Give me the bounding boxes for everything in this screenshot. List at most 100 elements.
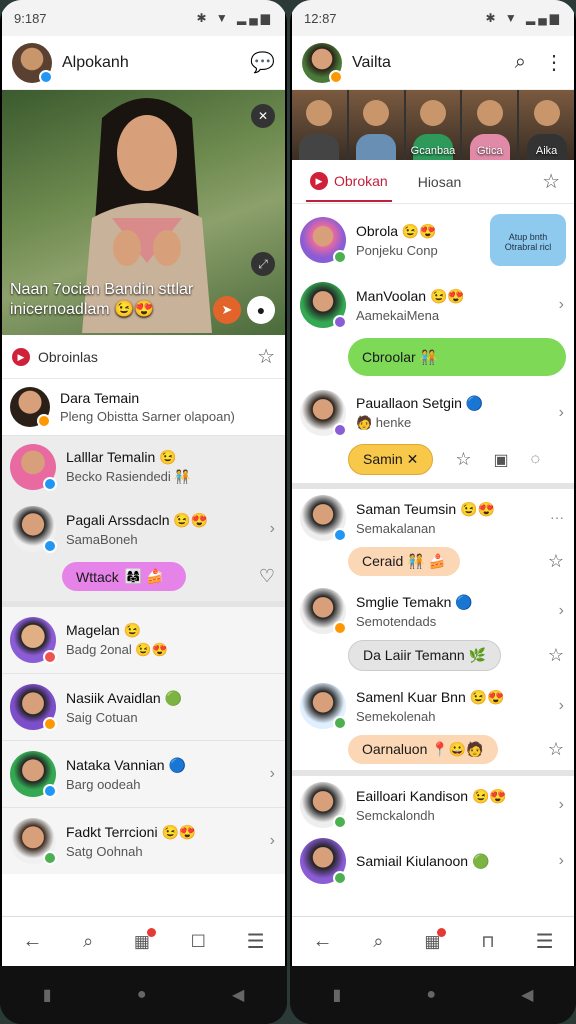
bottom-nav: ← ⌕ ▦ ☐ ☰ — [2, 916, 285, 966]
star-icon[interactable]: ☆ — [455, 449, 471, 470]
list-item[interactable]: Paualla​on Setgin 🔵 🧑 henke › — [292, 384, 574, 442]
reaction-row: Ceraid 🧑‍🤝‍🧑 🍰 ☆ — [292, 547, 574, 582]
back-icon[interactable]: ← — [22, 930, 42, 953]
search-icon[interactable]: ⌕ — [373, 931, 383, 952]
list-item[interactable]: Samenl Kuar Bnn 😉😍 Semekolenah › — [292, 677, 574, 735]
list-item[interactable]: Nasiik Avaidlan 🟢 Saig Cotuan — [2, 674, 285, 741]
chevron-right-icon[interactable]: › — [559, 296, 564, 314]
store-icon[interactable]: ▦ — [134, 927, 156, 952]
more-horiz-icon[interactable]: ⋯ — [550, 510, 564, 527]
cbroolar-pill[interactable]: Cbroolar 🧑‍🤝‍🧑 — [348, 338, 566, 376]
ceraid-pill[interactable]: Ceraid 🧑‍🤝‍🧑 🍰 — [348, 547, 460, 576]
list-item[interactable]: Smglie Temakn 🔵 Semotendads › — [292, 582, 574, 640]
notification-dot — [146, 927, 156, 937]
tab-obrokan[interactable]: ▶ Obrokan — [306, 162, 392, 202]
stories-strip: Gcanbaa Gtica Aika — [292, 90, 574, 160]
list-item[interactable]: Nataka Vannian 🔵 Barg oodeah › — [2, 741, 285, 808]
chevron-right-icon[interactable]: › — [559, 404, 564, 422]
avatar — [300, 782, 347, 829]
star-icon[interactable]: ☆ — [257, 344, 275, 369]
contact-name: Fadkt Terrcioni 😉😍 — [66, 823, 197, 840]
contact-subtitle: Barg oodeah — [66, 776, 141, 792]
chevron-right-icon[interactable]: › — [270, 520, 275, 538]
story-item[interactable] — [292, 90, 347, 160]
status-badge — [333, 621, 347, 635]
contact-list: Saman Teumsin 😉😍 Semakalanan ⋯ Ceraid 🧑‍… — [292, 489, 574, 888]
star-icon[interactable]: ☆ — [542, 169, 560, 194]
list-item[interactable]: Pagali Arssdacln 😉😍 SamaBoneh › — [2, 498, 285, 560]
list-item[interactable]: Magelan 😉 Badg 2onal 😉😍 — [2, 607, 285, 674]
chat-bubble-icon[interactable]: 💬 — [250, 50, 275, 75]
profile-icon[interactable]: ☐ — [191, 932, 206, 952]
list-item[interactable]: Saman Teumsin 😉😍 Semakalanan ⋯ — [292, 489, 574, 547]
story-item[interactable]: Aika — [519, 90, 574, 160]
featured-row[interactable]: Dara Temain Pleng Obistta Sarner olapoan… — [2, 379, 285, 436]
search-icon[interactable]: ⌕ — [515, 51, 526, 74]
star-icon[interactable]: ☆ — [548, 645, 564, 666]
recent-apps-icon[interactable]: ▮ — [333, 985, 342, 1005]
status-badge — [43, 851, 57, 865]
chevron-right-icon[interactable]: › — [559, 852, 564, 870]
story-item[interactable] — [348, 90, 404, 160]
expand-icon[interactable]: ⤢ — [251, 252, 275, 276]
contact-subtitle: Saig Cotuan — [66, 709, 138, 725]
star-icon[interactable]: ☆ — [548, 739, 564, 760]
samin-pill[interactable]: Samin ✕ — [348, 444, 434, 475]
chevron-right-icon[interactable]: › — [559, 697, 564, 715]
story-item[interactable]: Gcanbaa — [405, 90, 461, 160]
home-icon[interactable]: ● — [426, 986, 436, 1004]
hero-video[interactable]: Naan 7ocian Bandin sttlar inicernoadlam … — [2, 90, 285, 335]
chevron-right-icon[interactable]: › — [559, 602, 564, 620]
star-icon[interactable]: ☆ — [548, 551, 564, 572]
status-badge — [333, 315, 347, 329]
status-badge — [43, 784, 57, 798]
system-navbar: ▮ ● ◀ — [290, 966, 576, 1024]
hero-caption-line2: inicernoadlam 😉😍 — [10, 301, 154, 318]
record-icon[interactable]: ● — [247, 296, 275, 324]
chevron-right-icon[interactable]: › — [270, 832, 275, 850]
list-item[interactable]: Eailloari Kandison 😉😍 Semckalondh › — [292, 776, 574, 834]
menu-icon[interactable]: ☰ — [536, 929, 554, 954]
contact-name: Paualla​on Setgin 🔵 — [356, 395, 484, 411]
contact-subtitle: Semotendads — [356, 613, 437, 629]
section-tab-row: ▶ Obroinlas ☆ — [2, 335, 285, 379]
menu-icon[interactable]: ☰ — [247, 929, 265, 954]
list-item[interactable]: ManVoolan 😉😍 AamekaiMena › — [292, 276, 574, 334]
avatar[interactable] — [12, 42, 53, 84]
avatar[interactable] — [302, 42, 343, 84]
more-vert-icon[interactable]: ⋮ — [544, 50, 564, 75]
action-card-button[interactable]: Atup bnth Otrabral ricl — [490, 214, 566, 266]
back-icon[interactable]: ← — [312, 930, 332, 953]
list-item[interactable]: Obrola 😉😍 Ponjeku Conp Atup bnth Otrabra… — [292, 204, 574, 276]
avatar — [10, 387, 51, 428]
chevron-right-icon[interactable]: › — [270, 765, 275, 783]
back-system-icon[interactable]: ◀ — [521, 985, 533, 1005]
close-icon[interactable]: ✕ — [251, 104, 275, 128]
list-item[interactable]: Samiail Kiulanoon 🟢 › — [292, 834, 574, 888]
bookmark-icon[interactable]: ⊓ — [481, 932, 494, 952]
store-icon[interactable]: ▦ — [424, 927, 447, 952]
contact-name: Dara Temain — [60, 390, 140, 406]
comment-icon[interactable]: ◌ — [531, 451, 541, 469]
story-item[interactable]: Gtica — [462, 90, 518, 160]
list-item[interactable]: Fadkt Terrcioni 😉😍 Satg Oohnah › — [2, 808, 285, 874]
heart-icon[interactable]: ♡ — [259, 566, 275, 587]
recent-apps-icon[interactable]: ▮ — [43, 985, 52, 1005]
wttack-pill[interactable]: Wttack 👩‍👩‍👧 🍰 — [62, 562, 186, 591]
da-laiir-pill[interactable]: Da Laiir Temann 🌿 — [348, 640, 502, 671]
search-icon[interactable]: ⌕ — [83, 931, 93, 952]
back-system-icon[interactable]: ◀ — [232, 985, 244, 1005]
chevron-right-icon[interactable]: › — [559, 796, 564, 814]
tab-hiosan[interactable]: Hiosan — [418, 174, 462, 190]
bookmark-icon[interactable]: ▣ — [493, 450, 508, 470]
list-item[interactable]: Lalllar Temalin 😉 Becko Rasiendedi 🧑‍🤝‍🧑 — [2, 436, 285, 498]
home-icon[interactable]: ● — [137, 986, 147, 1004]
avatar — [10, 617, 57, 664]
share-icon[interactable]: ➤ — [213, 296, 241, 324]
tab-obroinlas[interactable]: Obroinlas — [38, 349, 98, 365]
story-face — [363, 100, 390, 126]
contact-subtitle: Pleng Obistta Sarner olapoan) — [60, 409, 235, 424]
contact-name: Saman Teumsin 😉😍 — [356, 500, 495, 517]
avatar — [300, 282, 347, 329]
oarnaluon-pill[interactable]: Oarnaluon 📍😀🧑 — [348, 735, 498, 764]
